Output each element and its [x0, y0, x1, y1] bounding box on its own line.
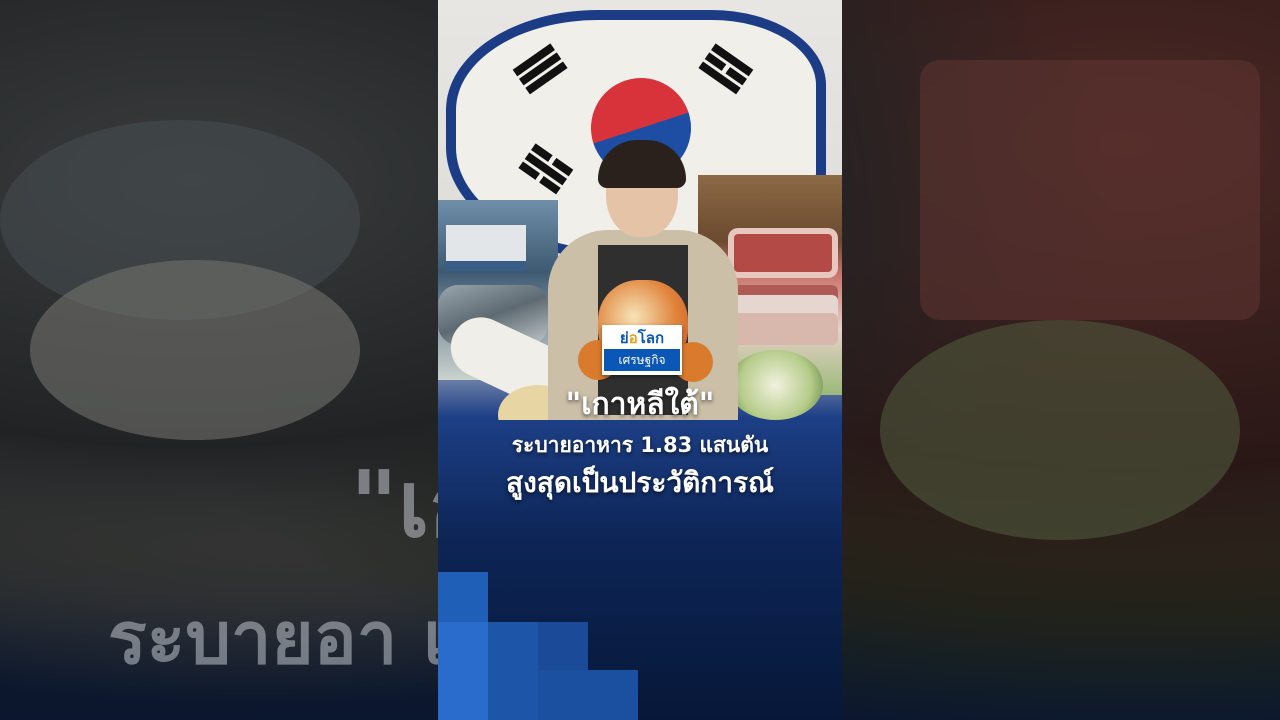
pork-belly	[723, 285, 838, 345]
block	[438, 572, 488, 622]
bg-radish	[30, 260, 360, 440]
logo-wordmark: ย่อโลก	[604, 327, 680, 349]
logo-part-c: โลก	[637, 329, 665, 347]
headline-line-1: "เกาหลีใต้"	[565, 387, 715, 422]
beef-steak	[728, 228, 838, 278]
logo-subtitle: เศรษฐกิจ	[604, 349, 680, 371]
boat	[446, 225, 526, 271]
logo-part-a: ย่	[619, 329, 629, 347]
block	[488, 622, 538, 720]
bg-meat	[920, 60, 1260, 320]
logo-part-b: อ	[628, 329, 638, 347]
headline: "เกาหลีใต้" ระบายอาหาร 1.83 แสนตัน สูงสุ…	[438, 385, 842, 503]
thumbnail-poster: ย่อโลก เศรษฐกิจ "เกาหลีใต้" ระบายอาหาร 1…	[438, 0, 842, 720]
headline-line-3: สูงสุดเป็นประวัติการณ์	[506, 466, 774, 499]
block	[438, 622, 488, 720]
decorative-blocks	[438, 572, 842, 720]
block	[538, 670, 638, 720]
headline-line-2: ระบายอาหาร 1.83 แสนตัน	[511, 433, 769, 457]
bg-cabbage	[880, 320, 1240, 540]
brand-logo: ย่อโลก เศรษฐกิจ	[602, 325, 682, 375]
block	[538, 622, 588, 670]
